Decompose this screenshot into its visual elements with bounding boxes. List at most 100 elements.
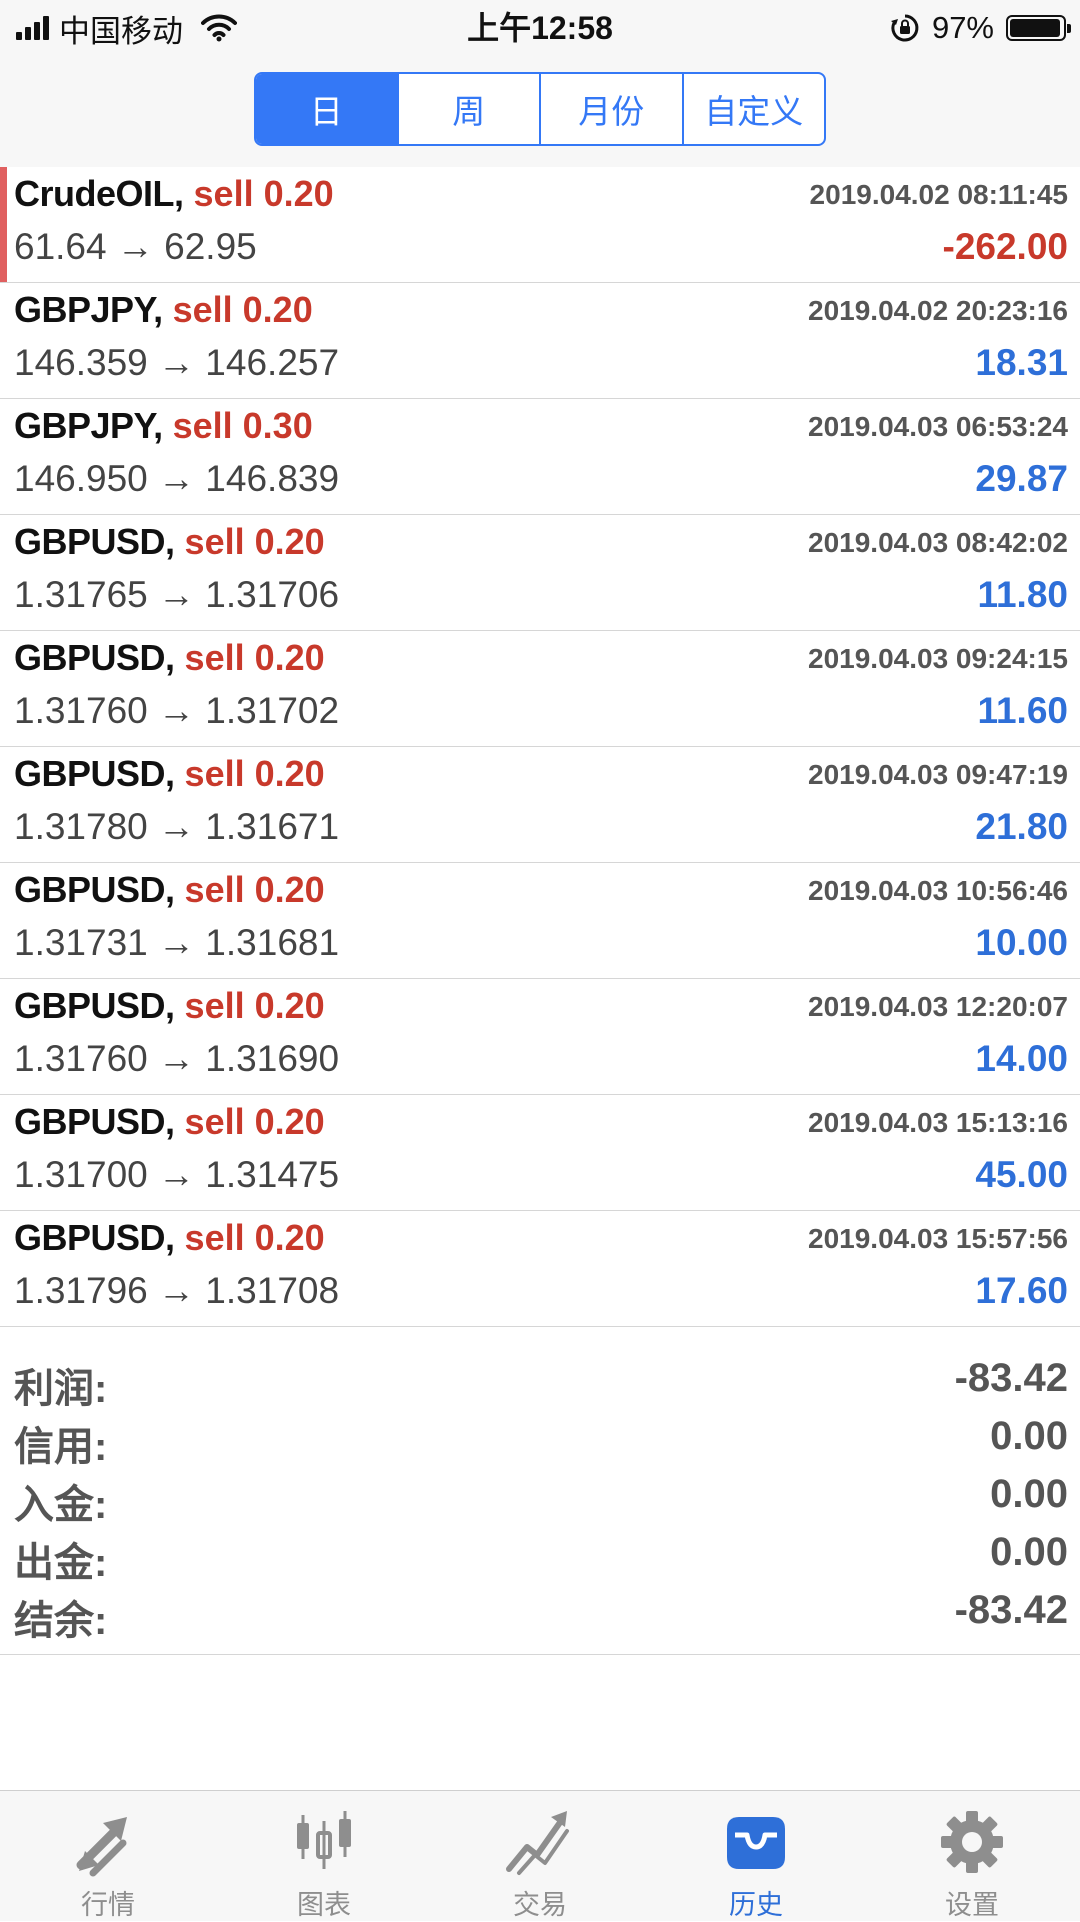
trade-symbol: GBPJPY,	[14, 405, 163, 446]
table-row[interactable]: GBPJPY, sell 0.20 146.359 → 146.257 2019…	[0, 283, 1080, 399]
trade-profit: 11.80	[977, 574, 1068, 615]
trade-time: 2019.04.03 10:56:46	[808, 875, 1068, 906]
trade-side: sell 0.20	[184, 869, 325, 910]
tab-history[interactable]: 历史	[648, 1791, 864, 1921]
account-summary: 利润: -83.42 信用: 0.00 入金: 0.00 出金: 0.00 结余…	[0, 1342, 1080, 1655]
battery-percent: 97%	[931, 10, 994, 45]
trade-time: 2019.04.03 08:42:02	[808, 527, 1068, 558]
trade-time: 2019.04.03 09:24:15	[808, 643, 1068, 674]
summary-value: 0.00	[990, 1414, 1068, 1458]
tab-quotes[interactable]: 行情	[0, 1791, 216, 1921]
segment-week[interactable]: 周	[396, 74, 540, 144]
trade-time: 2019.04.03 06:53:24	[808, 411, 1068, 442]
trade-prices: 1.31796 → 1.31708	[14, 1270, 340, 1311]
table-row[interactable]: GBPJPY, sell 0.30 146.950 → 146.839 2019…	[0, 399, 1080, 515]
table-row[interactable]: GBPUSD, sell 0.20 1.31765 → 1.31706 2019…	[0, 515, 1080, 631]
orientation-lock-icon	[890, 14, 919, 42]
trade-symbol: GBPUSD,	[14, 753, 175, 794]
summary-balance: 结余: -83.42	[0, 1584, 1080, 1643]
trade-profit: 17.60	[975, 1270, 1068, 1311]
tab-settings[interactable]: 设置	[864, 1791, 1080, 1921]
trade-symbol: GBPJPY,	[14, 289, 163, 330]
quotes-arrows-icon	[76, 1817, 127, 1877]
trade-prices: 1.31760 → 1.31690	[14, 1038, 340, 1079]
table-row[interactable]: GBPUSD, sell 0.20 1.31796 → 1.31708 2019…	[0, 1211, 1080, 1327]
tab-trade[interactable]: 交易	[432, 1791, 648, 1921]
table-row[interactable]: GBPUSD, sell 0.20 1.31780 → 1.31671 2019…	[0, 747, 1080, 863]
trade-profit: 45.00	[975, 1154, 1068, 1195]
table-row[interactable]: GBPUSD, sell 0.20 1.31731 → 1.31681 2019…	[0, 863, 1080, 979]
bottom-tab-bar: 行情 图表 交易 历史 设置	[0, 1790, 1080, 1921]
summary-withdrawal: 出金: 0.00	[0, 1526, 1080, 1585]
trade-side: sell 0.20	[184, 1217, 325, 1258]
battery-icon	[1006, 15, 1071, 41]
trade-trend-icon	[506, 1811, 569, 1875]
trade-prices: 1.31760 → 1.31702	[14, 690, 340, 731]
summary-value: 0.00	[990, 1472, 1068, 1516]
trade-side: sell 0.20	[184, 637, 325, 678]
summary-label: 结余:	[14, 1599, 108, 1643]
trade-prices: 1.31780 → 1.31671	[14, 806, 340, 847]
tab-label: 行情	[81, 1890, 135, 1920]
summary-value: -83.42	[954, 1588, 1068, 1632]
tab-chart[interactable]: 图表	[216, 1791, 432, 1921]
trade-profit: -262.00	[942, 226, 1069, 267]
trade-symbol: GBPUSD,	[14, 1101, 175, 1142]
trade-side: sell 0.20	[184, 521, 325, 562]
trade-profit: 29.87	[975, 458, 1068, 499]
trade-time: 2019.04.03 15:13:16	[808, 1107, 1068, 1138]
tab-label: 图表	[297, 1890, 351, 1920]
trade-prices: 146.950 → 146.839	[14, 458, 340, 499]
tab-label: 设置	[945, 1890, 999, 1920]
status-bar: 中国移动 上午12:58 97%	[0, 0, 1080, 55]
summary-label: 入金:	[14, 1483, 108, 1527]
summary-value: 0.00	[990, 1530, 1068, 1574]
table-row[interactable]: CrudeOIL, sell 0.20 61.64 → 62.95 2019.0…	[0, 167, 1080, 283]
trade-prices: 61.64 → 62.95	[14, 226, 257, 267]
trade-prices: 146.359 → 146.257	[14, 342, 340, 383]
trade-profit: 11.60	[977, 690, 1068, 731]
table-row[interactable]: GBPUSD, sell 0.20 1.31760 → 1.31690 2019…	[0, 979, 1080, 1095]
tab-label: 交易	[513, 1890, 567, 1920]
trade-symbol: GBPUSD,	[14, 1217, 175, 1258]
trade-prices: 1.31731 → 1.31681	[14, 922, 340, 963]
summary-value: -83.42	[954, 1356, 1068, 1400]
segment-month[interactable]: 月份	[539, 74, 682, 144]
summary-label: 利润:	[14, 1367, 108, 1411]
trade-side: sell 0.20	[184, 753, 325, 794]
summary-credit: 信用: 0.00	[0, 1410, 1080, 1469]
summary-profit: 利润: -83.42	[0, 1352, 1080, 1411]
summary-deposit: 入金: 0.00	[0, 1468, 1080, 1527]
trade-symbol: GBPUSD,	[14, 869, 175, 910]
trade-side: sell 0.30	[172, 405, 313, 446]
history-list: CrudeOIL, sell 0.20 61.64 → 62.95 2019.0…	[0, 167, 1080, 1327]
gear-icon	[941, 1811, 1003, 1873]
trade-symbol: GBPUSD,	[14, 985, 175, 1026]
trade-time: 2019.04.03 09:47:19	[808, 759, 1068, 790]
trade-profit: 21.80	[975, 806, 1068, 847]
trade-side: sell 0.20	[184, 985, 325, 1026]
summary-label: 出金:	[14, 1541, 108, 1585]
segment-day[interactable]: 日	[256, 74, 397, 144]
table-row[interactable]: GBPUSD, sell 0.20 1.31700 → 1.31475 2019…	[0, 1095, 1080, 1211]
trade-profit: 10.00	[975, 922, 1068, 963]
table-row[interactable]: GBPUSD, sell 0.20 1.31760 → 1.31702 2019…	[0, 631, 1080, 747]
history-inbox-icon	[727, 1817, 785, 1869]
trade-side: sell 0.20	[193, 173, 334, 214]
trade-side: sell 0.20	[184, 1101, 325, 1142]
trade-side: sell 0.20	[172, 289, 313, 330]
summary-label: 信用:	[14, 1425, 108, 1469]
trade-symbol: GBPUSD,	[14, 521, 175, 562]
trade-profit: 14.00	[975, 1038, 1068, 1079]
segment-custom[interactable]: 自定义	[681, 74, 825, 144]
selected-row-marker	[0, 167, 7, 282]
trade-time: 2019.04.02 20:23:16	[808, 295, 1068, 326]
period-header: 日 周 月份 自定义	[0, 55, 1080, 168]
status-right: 97%	[890, 8, 1071, 48]
trade-time: 2019.04.03 12:20:07	[808, 991, 1068, 1022]
trade-symbol: CrudeOIL,	[14, 173, 184, 214]
period-segmented-control: 日 周 月份 自定义	[254, 72, 826, 146]
trade-time: 2019.04.02 08:11:45	[809, 179, 1068, 210]
candlestick-chart-icon	[297, 1811, 351, 1869]
trade-profit: 18.31	[975, 342, 1068, 383]
